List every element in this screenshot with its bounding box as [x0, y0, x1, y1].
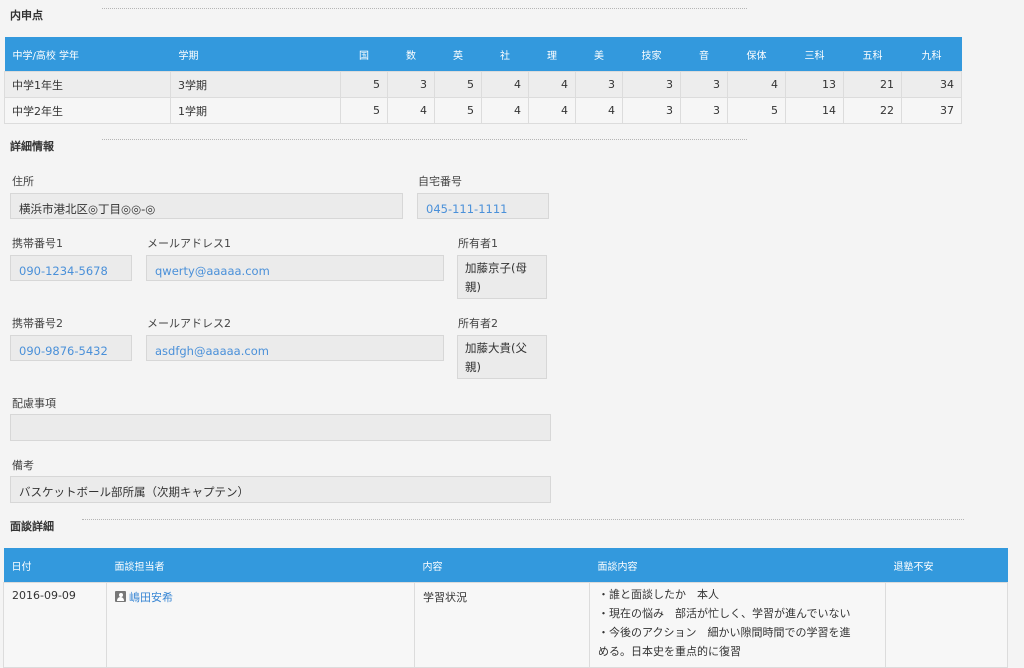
grades-header-three-subjects: 三科 [785, 37, 844, 72]
grades-header-year: 中学/高校 学年 [4, 37, 171, 72]
interview-table: 日付 面談担当者 内容 面談内容 退塾不安 2016-09-09 嶋田安希 学習… [3, 548, 1008, 668]
interview-date: 2016-09-09 [3, 582, 107, 668]
grade-cell: 3 [622, 97, 681, 124]
interview-header-content: 面談内容 [589, 548, 886, 583]
person-icon [115, 591, 126, 602]
owner2-field[interactable]: 加藤大貴(父親) [457, 335, 547, 379]
grades-header-music: 音 [680, 37, 728, 72]
grade-year: 中学2年生 [4, 97, 171, 124]
grade-cell: 5 [434, 97, 482, 124]
notes-field[interactable]: バスケットボール部所属（次期キャプテン） [10, 476, 551, 503]
home-phone-field[interactable]: 045-111-1111 [417, 193, 549, 219]
email1-field[interactable]: qwerty@aaaaa.com [146, 255, 444, 281]
mobile1-field[interactable]: 090-1234-5678 [10, 255, 132, 281]
interview-content-line: ・今後のアクション 細かい隙間時間での学習を進 [598, 626, 851, 639]
grade-cell: 4 [481, 97, 529, 124]
section-divider [102, 8, 747, 9]
considerations-field[interactable] [10, 414, 551, 441]
grade-cell: 4 [528, 71, 576, 98]
grade-cell: 5 [340, 71, 388, 98]
grades-table: 中学/高校 学年 学期 国 数 英 社 理 美 技家 音 保体 三科 五科 九科… [4, 37, 962, 124]
grade-cell: 4 [528, 97, 576, 124]
grade-cell: 4 [727, 71, 786, 98]
email2-label: メールアドレス2 [147, 317, 231, 330]
grade-cell: 4 [387, 97, 435, 124]
considerations-label: 配慮事項 [12, 397, 56, 410]
table-row: 2016-09-09 嶋田安希 学習状況 ・誰と面談したか 本人 ・現在の悩み … [3, 582, 1008, 668]
mobile1-label: 携帯番号1 [12, 237, 63, 250]
grades-header-term: 学期 [170, 37, 341, 72]
grades-header-art: 美 [575, 37, 623, 72]
mobile2-label: 携帯番号2 [12, 317, 63, 330]
interview-header-date: 日付 [3, 548, 107, 583]
interview-topic: 学習状況 [414, 582, 590, 668]
table-row: 中学2年生 1学期 5 4 5 4 4 4 3 3 5 14 22 37 [4, 97, 962, 124]
interview-header-staff: 面談担当者 [106, 548, 415, 583]
grades-header-pe: 保体 [727, 37, 786, 72]
grades-header-five-subjects: 五科 [843, 37, 902, 72]
home-phone-label: 自宅番号 [418, 175, 462, 188]
interview-header-topic: 内容 [414, 548, 590, 583]
grades-section-title: 内申点 [10, 9, 43, 22]
section-divider [102, 139, 747, 140]
interview-staff-cell: 嶋田安希 [106, 582, 415, 668]
notes-label: 備考 [12, 459, 34, 472]
grade-term: 3学期 [170, 71, 341, 98]
grade-cell: 37 [901, 97, 962, 124]
grades-header-row: 中学/高校 学年 学期 国 数 英 社 理 美 技家 音 保体 三科 五科 九科 [4, 37, 962, 72]
grade-cell: 14 [785, 97, 844, 124]
grade-cell: 4 [481, 71, 529, 98]
interview-content-line: ・現在の悩み 部活が忙しく、学習が進んでいない [598, 607, 851, 620]
interview-content-line: める。日本史を重点的に復習 [598, 645, 741, 658]
section-divider [82, 519, 964, 520]
grades-header-nine-subjects: 九科 [901, 37, 962, 72]
grades-header-science: 理 [528, 37, 576, 72]
email1-label: メールアドレス1 [147, 237, 231, 250]
grades-header-math: 数 [387, 37, 435, 72]
grades-header-social: 社 [481, 37, 529, 72]
interview-section-title: 面談詳細 [10, 520, 54, 533]
mobile2-field[interactable]: 090-9876-5432 [10, 335, 132, 361]
table-row: 中学1年生 3学期 5 3 5 4 4 3 3 3 4 13 21 34 [4, 71, 962, 98]
email2-field[interactable]: asdfgh@aaaaa.com [146, 335, 444, 361]
grade-year: 中学1年生 [4, 71, 171, 98]
grade-cell: 3 [680, 71, 728, 98]
interview-header-anxiety: 退塾不安 [885, 548, 1008, 583]
grade-cell: 3 [387, 71, 435, 98]
grade-cell: 13 [785, 71, 844, 98]
address-label: 住所 [12, 175, 34, 188]
grade-cell: 5 [727, 97, 786, 124]
grades-header-japanese: 国 [340, 37, 388, 72]
interview-content: ・誰と面談したか 本人 ・現在の悩み 部活が忙しく、学習が進んでいない ・今後の… [589, 582, 886, 668]
details-section-title: 詳細情報 [10, 140, 54, 153]
address-field[interactable]: 横浜市港北区◎丁目◎◎-◎ [10, 193, 403, 219]
grades-header-english: 英 [434, 37, 482, 72]
grades-header-tech-home: 技家 [622, 37, 681, 72]
grade-cell: 21 [843, 71, 902, 98]
grade-cell: 3 [680, 97, 728, 124]
grade-cell: 34 [901, 71, 962, 98]
grade-cell: 3 [622, 71, 681, 98]
grade-cell: 22 [843, 97, 902, 124]
owner2-label: 所有者2 [458, 317, 498, 330]
staff-link[interactable]: 嶋田安希 [129, 591, 173, 604]
grade-cell: 3 [575, 71, 623, 98]
interview-header-row: 日付 面談担当者 内容 面談内容 退塾不安 [3, 548, 1008, 583]
interview-content-line: ・誰と面談したか 本人 [598, 588, 719, 601]
grade-cell: 4 [575, 97, 623, 124]
owner1-label: 所有者1 [458, 237, 498, 250]
owner1-field[interactable]: 加藤京子(母親) [457, 255, 547, 299]
interview-anxiety [885, 582, 1008, 668]
grade-term: 1学期 [170, 97, 341, 124]
grade-cell: 5 [340, 97, 388, 124]
grade-cell: 5 [434, 71, 482, 98]
